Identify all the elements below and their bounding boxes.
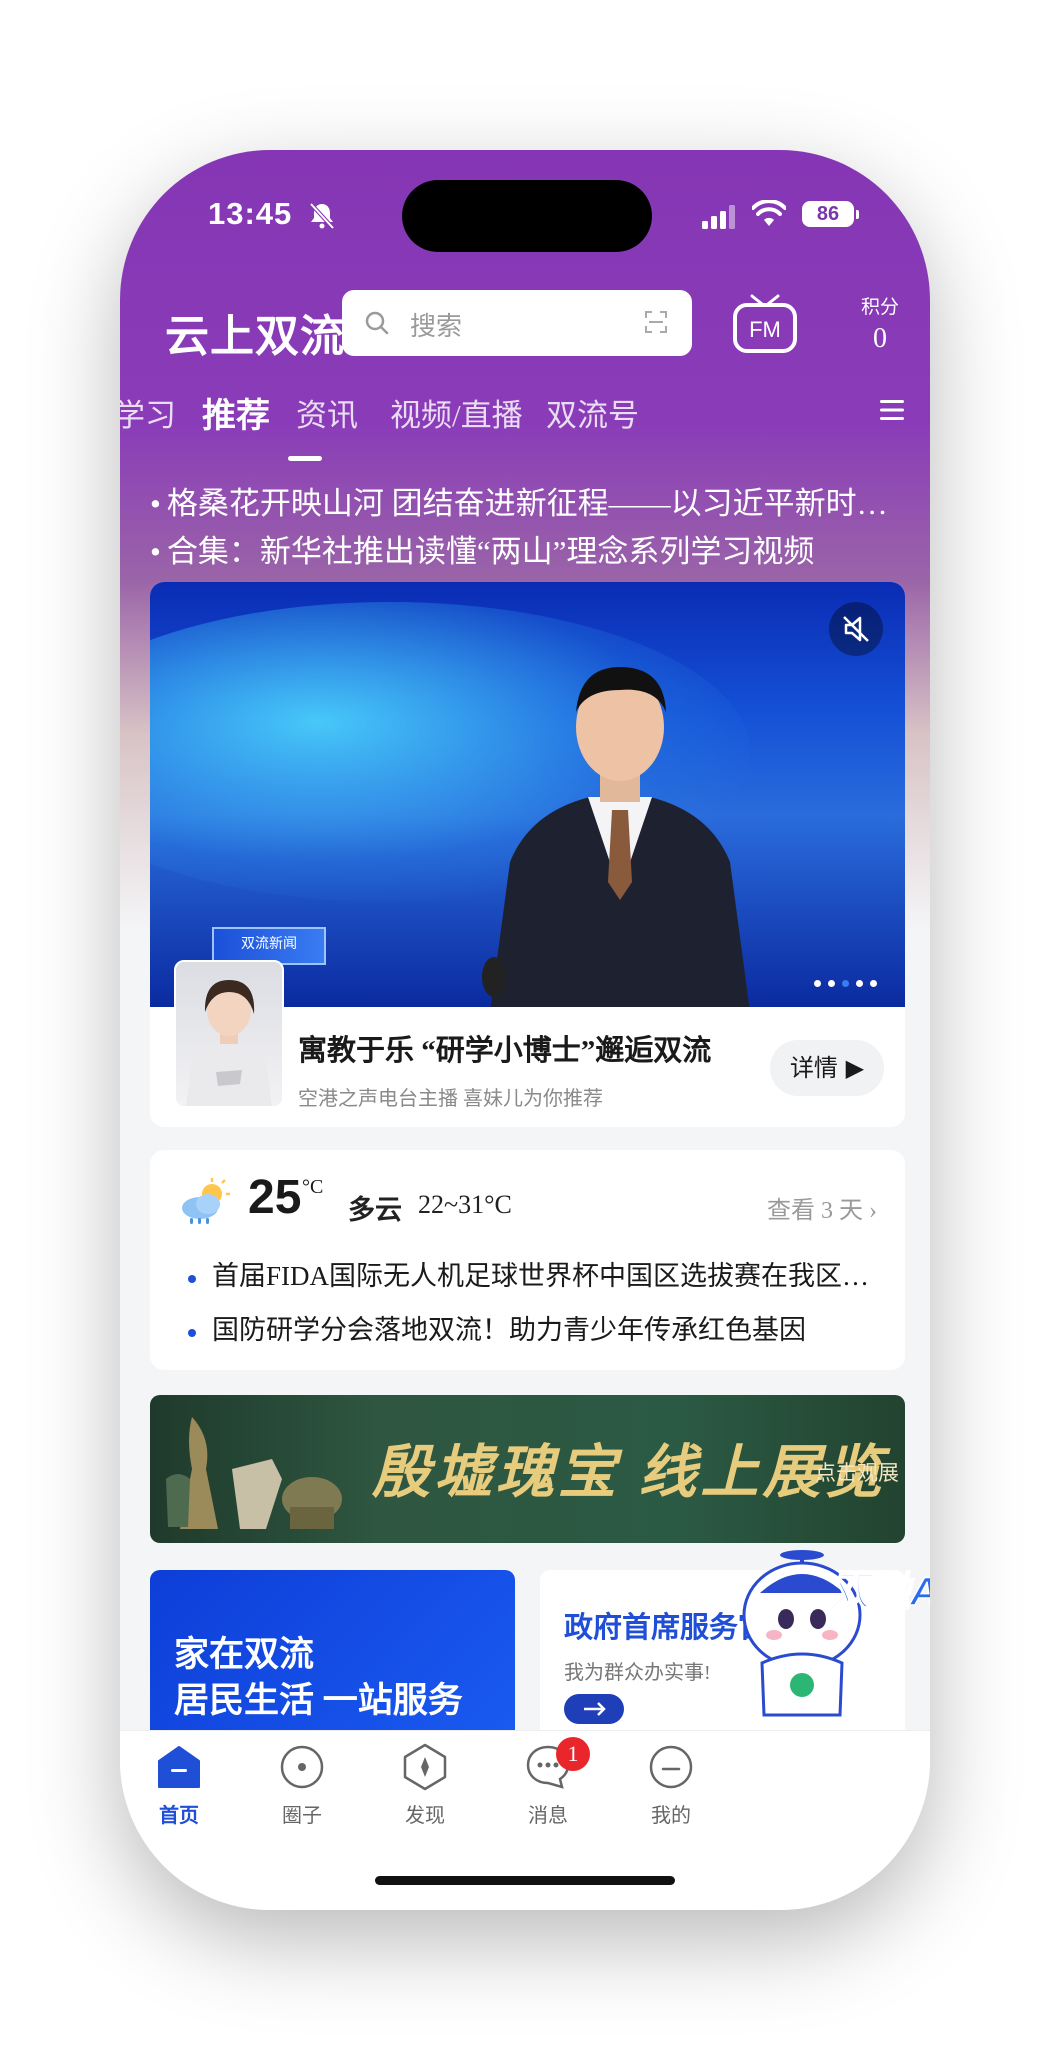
carousel-dot[interactable]: [856, 980, 863, 987]
temperature: 25: [248, 1171, 302, 1224]
search-icon: [365, 311, 389, 335]
weather-card: 25 °C 多云 22~31°C 查看 3 天 › 首届FIDA国际无人机足球世…: [150, 1150, 905, 1370]
mute-icon: [843, 616, 869, 642]
gov-service-subtitle: 我为群众办实事!: [564, 1662, 711, 1684]
search-bar[interactable]: 搜索: [342, 290, 692, 356]
wifi-icon: [752, 200, 786, 226]
fm-radio-icon[interactable]: FM: [730, 290, 800, 360]
featured-news-card[interactable]: 双流新闻 寓教于乐 “研学小博士”邂逅双流 空港之声电台主播 喜妹儿为你推荐 详…: [150, 582, 905, 1127]
temperature-unit: °C: [302, 1176, 324, 1198]
tab-recommend[interactable]: 推荐: [202, 388, 270, 437]
featured-news-title[interactable]: 寓教于乐 “研学小博士”邂逅双流: [298, 1027, 758, 1069]
tabbar-profile[interactable]: 我的: [621, 1741, 721, 1828]
arrow-right-icon: [584, 1702, 606, 1716]
tabbar-home[interactable]: 首页: [129, 1741, 229, 1828]
compass-icon: [403, 1743, 447, 1791]
tabbar-profile-label: 我的: [651, 1805, 691, 1827]
mute-button[interactable]: [829, 602, 883, 656]
active-tab-indicator: [288, 456, 322, 461]
play-triangle-icon: ▶: [845, 1054, 865, 1082]
mascot-image: 双融AI: [742, 1550, 930, 1717]
chevron-right-icon: ›: [869, 1198, 877, 1224]
search-placeholder: 搜索: [410, 312, 463, 342]
banner-cta[interactable]: 点击观展: [815, 1457, 899, 1487]
tabbar-messages[interactable]: 消息 1: [498, 1737, 598, 1828]
temperature-range: 22~31°C: [418, 1190, 512, 1219]
home-services-tile[interactable]: 家在双流 居民生活 一站服务: [150, 1570, 515, 1730]
dynamic-island: [402, 180, 652, 252]
tabbar-home-label: 首页: [159, 1805, 199, 1827]
unread-badge: 1: [556, 1737, 590, 1771]
detail-button-label: 详情: [789, 1054, 838, 1082]
carousel-dots: [807, 972, 877, 991]
battery-indicator: 86: [802, 201, 859, 227]
phone-screen: 13:45 86 云上双流 搜索 FM 积分 0 学习 推荐 资讯 视频/直播 …: [120, 150, 930, 1910]
home-icon: [158, 1746, 200, 1788]
featured-news-subtitle: 空港之声电台主播 喜妹儿为你推荐: [298, 1088, 603, 1110]
svg-text:FM: FM: [749, 317, 781, 342]
points-value: 0: [873, 323, 887, 354]
video-player[interactable]: 双流新闻: [150, 582, 905, 1007]
home-indicator: [375, 1876, 675, 1885]
bell-slash-icon: [309, 202, 335, 230]
ai-assistant-mascot[interactable]: 双融AI: [730, 1535, 930, 1735]
banner-title: 殷墟瑰宝 线上展览: [372, 1440, 887, 1505]
carousel-dot[interactable]: [842, 980, 849, 987]
carousel-dot[interactable]: [814, 980, 821, 987]
points-label: 积分: [860, 296, 899, 318]
headline-item[interactable]: 合集：新华社推出读懂“两山”理念系列学习视频: [150, 528, 910, 576]
local-news-item[interactable]: 国防研学分会落地双流！助力青少年传承红色基因: [188, 1308, 878, 1347]
status-bar: 13:45 86: [120, 150, 930, 252]
headline-ticker: 格桑花开映山河 团结奋进新征程——以习近平新时代中国特色社会主义思想为指导 合集…: [150, 480, 910, 576]
tab-news[interactable]: 资讯: [296, 390, 358, 435]
arrow-button[interactable]: [564, 1694, 624, 1724]
tile-line2: 居民生活 一站服务: [174, 1681, 463, 1720]
local-news-item[interactable]: 首届FIDA国际无人机足球世界杯中国区选拔赛在我区举行: [188, 1254, 878, 1293]
mascot-label: 双融AI: [830, 1570, 930, 1614]
bronze-relics-image: [166, 1417, 342, 1529]
tab-shuangliu-hao[interactable]: 双流号: [546, 390, 639, 435]
tabbar-circle-label: 圈子: [282, 1805, 322, 1827]
carousel-dot[interactable]: [870, 980, 877, 987]
scan-icon[interactable]: [644, 310, 668, 334]
tab-video-live[interactable]: 视频/直播: [390, 390, 523, 435]
forecast-link-label: 查看 3 天: [767, 1198, 863, 1224]
circle-icon: [280, 1745, 324, 1789]
tabbar-discover-label: 发现: [405, 1805, 445, 1827]
tabbar-discover[interactable]: 发现: [375, 1741, 475, 1828]
host-avatar: [174, 960, 284, 1108]
news-anchor-image: [482, 667, 750, 1007]
carousel-dot[interactable]: [828, 980, 835, 987]
headline-item[interactable]: 格桑花开映山河 团结奋进新征程——以习近平新时代中国特色社会主义思想为指导: [150, 480, 910, 528]
detail-button[interactable]: 详情 ▶: [770, 1040, 884, 1096]
channel-tabs: 学习 推荐 资讯 视频/直播 双流号: [120, 390, 930, 450]
app-logo-title: 云上双流: [165, 312, 345, 361]
signal-icon: [702, 205, 735, 229]
tabbar-messages-label: 消息: [528, 1805, 568, 1827]
tabbar-circle[interactable]: 圈子: [252, 1741, 352, 1828]
points-display[interactable]: 积分 0: [850, 292, 910, 355]
status-time: 13:45: [208, 196, 293, 231]
menu-icon[interactable]: [878, 398, 906, 422]
weather-condition: 多云: [348, 1195, 402, 1225]
forecast-link[interactable]: 查看 3 天 ›: [767, 1190, 877, 1225]
exhibition-banner[interactable]: 殷墟瑰宝 线上展览 点击观展: [150, 1395, 905, 1543]
tile-line1: 家在双流: [174, 1635, 315, 1674]
cloud-sun-icon: [182, 1178, 230, 1224]
tab-study[interactable]: 学习: [120, 390, 176, 435]
smile-icon: [649, 1745, 693, 1789]
